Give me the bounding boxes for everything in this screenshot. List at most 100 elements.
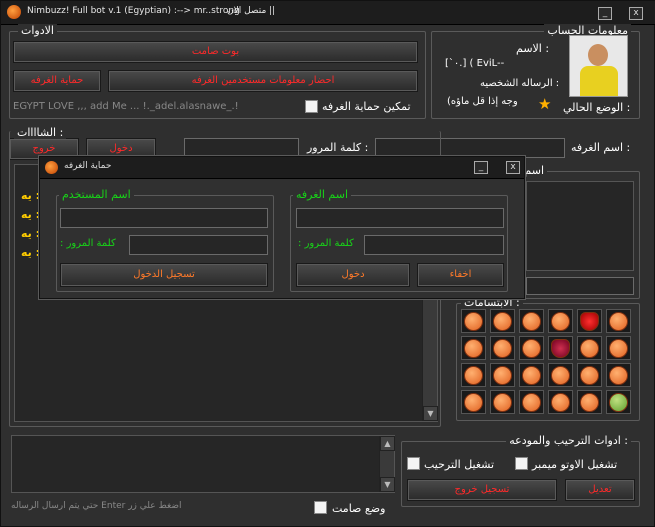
smiley-button[interactable] [461, 363, 486, 387]
smiley-button[interactable] [461, 336, 486, 360]
smiley-button[interactable] [519, 309, 544, 333]
smiley-button[interactable] [490, 309, 515, 333]
chat-line: يه : [21, 189, 41, 202]
auto-member-label: تشغيل الاوتو ميمبر [532, 458, 618, 471]
smiley-button[interactable] [519, 363, 544, 387]
name-label: الاسم : [516, 42, 550, 55]
dialog-title: حماية الغرفه [64, 161, 112, 171]
dialog-app-icon [45, 161, 58, 174]
smiley-icon [522, 366, 541, 385]
dialog-room-password-input[interactable] [364, 235, 504, 255]
smiley-icon [609, 339, 628, 358]
smiley-button[interactable] [606, 390, 631, 414]
message-scrollbar[interactable]: ▲ ▼ [379, 436, 395, 492]
close-button[interactable]: x [629, 7, 643, 20]
smiley-icon [522, 312, 541, 331]
chat-line: يه : [21, 227, 41, 240]
smiley-button[interactable] [606, 309, 631, 333]
smiley-button[interactable] [577, 336, 602, 360]
chats-legend: الشاااات : [14, 126, 67, 139]
room-name-label: اسم الغرفه : [571, 141, 631, 154]
smiley-icon [464, 393, 483, 412]
smiley-button[interactable] [519, 390, 544, 414]
smiley-button[interactable] [490, 363, 515, 387]
auto-member-checkbox[interactable] [515, 457, 528, 470]
smiley-button[interactable] [490, 390, 515, 414]
smiley-icon [609, 393, 628, 412]
room-users-list[interactable] [526, 181, 634, 271]
logout-button[interactable]: تسجيل خروج [407, 479, 557, 501]
smiley-icon [464, 366, 483, 385]
smiley-icon [522, 339, 541, 358]
dialog-room-password-label: : كلمة المرور [298, 238, 354, 249]
minimize-button[interactable]: _ [598, 7, 612, 20]
silent-mode-label: وضع صامت [332, 502, 386, 515]
smiley-icon [493, 393, 512, 412]
dialog-enter-button[interactable]: دخول [296, 263, 410, 287]
smiley-icon [464, 339, 483, 358]
dialog-user-password-input[interactable] [129, 235, 268, 255]
room-users-input[interactable] [526, 277, 634, 295]
scroll-up-icon[interactable]: ▲ [380, 436, 395, 451]
smiley-button[interactable] [548, 336, 573, 360]
smiley-icon [551, 366, 570, 385]
state-star-icon[interactable]: ★ [538, 96, 551, 112]
window-title: Nimbuzz! Full bot v.1 (Egyptian) :--> mr… [27, 6, 240, 16]
smiley-icon [580, 393, 599, 412]
smiley-button[interactable] [548, 363, 573, 387]
room-protect-button[interactable]: حماية الغرفه [13, 70, 101, 92]
dialog-title-bar[interactable]: حماية الغرفه _ x [40, 157, 524, 179]
smiley-button[interactable] [519, 336, 544, 360]
dialog-user-legend: اسم المستخدم [59, 188, 134, 201]
smiley-icon [493, 366, 512, 385]
silent-mode-checkbox[interactable] [314, 501, 327, 514]
name-value: [`٠.] ( EviL-- [445, 58, 505, 69]
dialog-login-button[interactable]: تسجيل الدخول [60, 263, 268, 287]
welcome-checkbox[interactable] [407, 457, 420, 470]
smiley-icon [551, 393, 570, 412]
room-users-info-button[interactable]: احضار معلومات مستخدمين الغرفه [108, 70, 418, 92]
dialog-minimize-button[interactable]: _ [474, 161, 488, 174]
smileys-grid [461, 309, 636, 417]
smiley-button[interactable] [490, 336, 515, 360]
smiley-button[interactable] [461, 309, 486, 333]
dialog-username-input[interactable] [60, 208, 268, 228]
dialog-close-button[interactable]: x [506, 161, 520, 174]
title-bar[interactable]: Nimbuzz! Full bot v.1 (Egyptian) :--> mr… [1, 1, 655, 25]
scroll-down-icon[interactable]: ▼ [423, 406, 438, 421]
enable-room-protect-checkbox[interactable] [305, 100, 318, 113]
smiley-button[interactable] [548, 309, 573, 333]
smiley-icon [609, 312, 628, 331]
smiley-icon [551, 339, 570, 358]
message-input[interactable]: ▲ ▼ [11, 435, 395, 493]
smiley-button[interactable] [548, 390, 573, 414]
dialog-user-password-label: : كلمة المرور [60, 238, 116, 249]
smiley-icon [522, 393, 541, 412]
dialog-room-name-input[interactable] [296, 208, 504, 228]
smiley-button[interactable] [577, 363, 602, 387]
smiley-icon [493, 339, 512, 358]
smiley-button[interactable] [461, 390, 486, 414]
send-hint: حتي يتم ارسال الرساله Enter اضغط علي زر [11, 501, 182, 511]
room-protect-dialog: حماية الغرفه _ x اسم المستخدم : كلمة الم… [39, 156, 525, 299]
smiley-icon [464, 312, 483, 331]
smiley-button[interactable] [577, 390, 602, 414]
smiley-icon [609, 366, 628, 385]
current-state-label: الوضع الحالي : [563, 101, 631, 114]
silent-bot-button[interactable]: بوت صامت [13, 41, 418, 63]
enable-room-protect-label: تمكين حماية الغرفه [322, 100, 411, 113]
dialog-hide-button[interactable]: اخفاء [417, 263, 504, 287]
marquee-text: EGYPT LOVE ,,, add Me ... !._adel.alasna… [13, 101, 239, 112]
edit-button[interactable]: تعديل [565, 479, 635, 501]
smiley-button[interactable] [577, 309, 602, 333]
app-icon [7, 5, 21, 19]
smiley-button[interactable] [606, 336, 631, 360]
chat-line: يه : [21, 246, 41, 259]
chat-line: يه : [21, 208, 41, 221]
scroll-down-icon[interactable]: ▼ [380, 477, 395, 492]
smiley-button[interactable] [606, 363, 631, 387]
tools-legend: الادوات [18, 24, 57, 37]
dialog-room-legend: اسم الغرفه [293, 188, 352, 201]
smiley-icon [493, 312, 512, 331]
status-message-label: الرساله الشخصيه : [480, 78, 560, 89]
